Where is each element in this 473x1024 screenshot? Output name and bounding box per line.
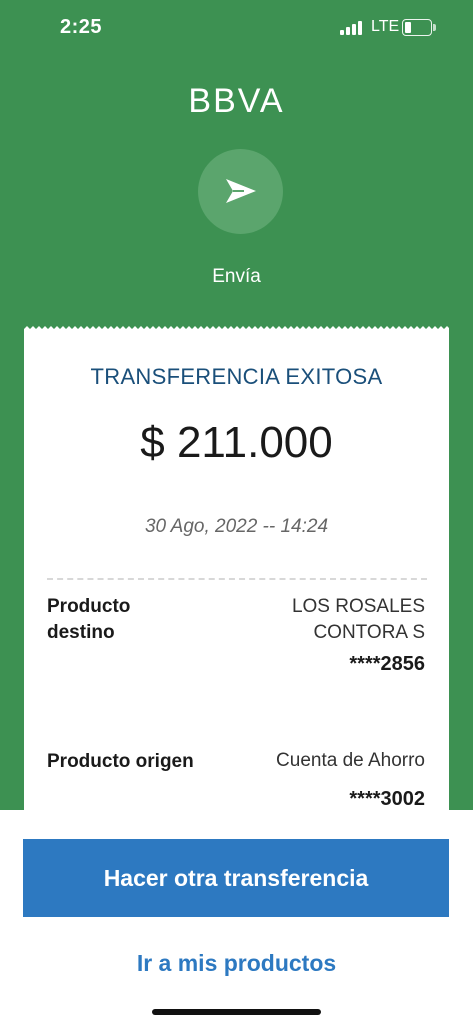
new-transfer-button[interactable]: Hacer otra transferencia (23, 839, 449, 917)
origin-label: Producto origen (47, 751, 194, 772)
send-label: Envía (212, 266, 261, 287)
destination-name-line2: CONTORA S (313, 622, 425, 643)
receipt-divider (47, 578, 427, 580)
network-label: LTE (371, 18, 400, 35)
status-bar: 2:25 LTE (0, 0, 473, 56)
status-time: 2:25 (60, 16, 103, 38)
transfer-amount: $ 211.000 (140, 418, 333, 467)
bbva-logo: BBVA (188, 82, 285, 120)
my-products-link[interactable]: Ir a mis productos (0, 950, 473, 977)
transfer-datetime: 30 Ago, 2022 -- 14:24 (144, 516, 329, 537)
receipt-title: TRANSFERENCIA EXITOSA (90, 364, 383, 389)
destination-account: ****2856 (349, 653, 425, 675)
home-indicator[interactable] (152, 1009, 321, 1015)
destination-label-line2: destino (47, 622, 115, 643)
destination-label-line1: Producto (47, 596, 131, 617)
origin-account: ****3002 (349, 788, 425, 810)
send-icon (198, 149, 283, 234)
battery-icon (402, 19, 436, 36)
origin-account-type: Cuenta de Ahorro (276, 750, 425, 771)
transfer-receipt: TRANSFERENCIA EXITOSA $ 211.000 30 Ago, … (24, 330, 449, 810)
destination-name-line1: LOS ROSALES (291, 596, 425, 617)
signal-icon (340, 21, 364, 35)
